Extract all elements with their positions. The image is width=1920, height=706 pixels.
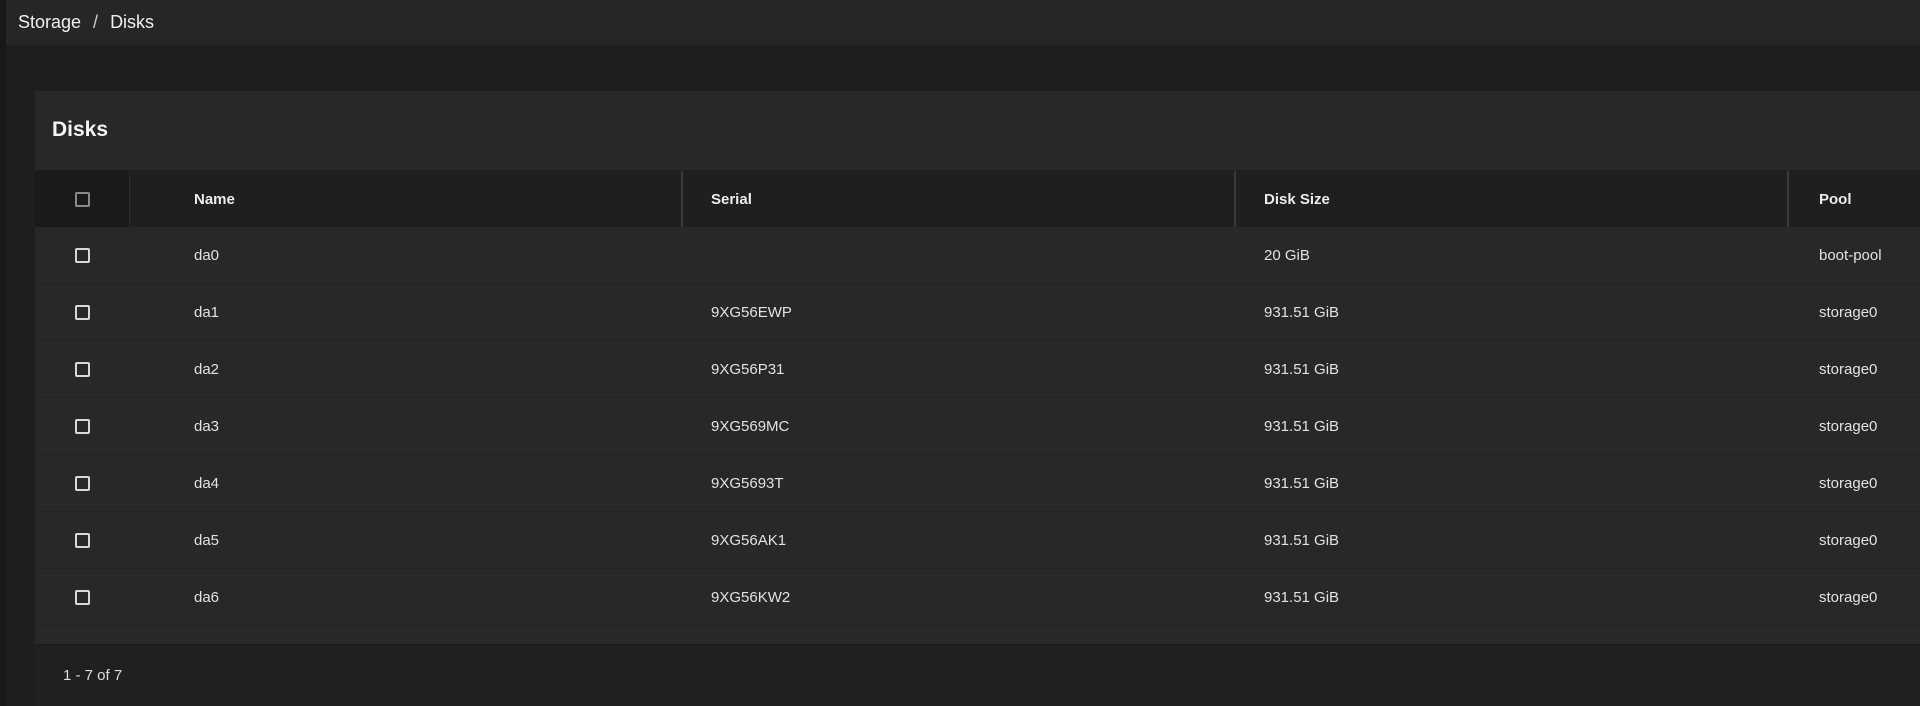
cell-name: da1 <box>194 303 220 321</box>
row-checkbox[interactable] <box>75 532 90 548</box>
cell-disk-size: 931.51 GiB <box>1264 474 1340 492</box>
column-header-name[interactable]: Name <box>130 171 683 227</box>
cell-pool: boot-pool <box>1819 246 1882 264</box>
row-select-cell <box>35 455 130 511</box>
row-checkbox[interactable] <box>75 589 90 605</box>
row-checkbox[interactable] <box>75 304 90 320</box>
cell-pool: storage0 <box>1819 303 1878 321</box>
row-select-cell <box>35 284 130 340</box>
cell-pool: storage0 <box>1819 360 1878 378</box>
cell-name: da4 <box>194 474 220 492</box>
disks-table: Name Serial Disk Size Pool da0 20 GiB bo… <box>35 171 1920 626</box>
cell-pool: storage0 <box>1819 588 1878 606</box>
header-select-cell <box>35 171 130 227</box>
cell-name: da0 <box>194 246 220 264</box>
table-row[interactable]: da5 9XG56AK1 931.51 GiB storage0 <box>35 512 1920 569</box>
cell-name: da2 <box>194 360 220 378</box>
column-header-serial[interactable]: Serial <box>683 171 1236 227</box>
row-select-cell <box>35 398 130 454</box>
cell-disk-size: 931.51 GiB <box>1264 417 1340 435</box>
cell-pool: storage0 <box>1819 474 1878 492</box>
table-body: da0 20 GiB boot-pool da1 9XG56EWP 931.51… <box>35 227 1920 626</box>
table-row[interactable]: da0 20 GiB boot-pool <box>35 227 1920 284</box>
row-checkbox[interactable] <box>75 418 90 434</box>
cell-serial <box>683 227 1236 283</box>
table-footer: 1 - 7 of 7 <box>35 644 1920 706</box>
sidebar-edge <box>0 0 6 706</box>
card-header: Disks <box>35 91 1920 171</box>
breadcrumb-current: Disks <box>110 12 155 32</box>
app-root: Storage / Disks Disks Name Serial Disk S… <box>0 0 1920 706</box>
cell-serial: 9XG56EWP <box>711 303 792 321</box>
row-checkbox[interactable] <box>75 247 90 263</box>
disks-card: Disks Name Serial Disk Size Pool da0 20 … <box>35 91 1920 706</box>
table-row[interactable]: da6 9XG56KW2 931.51 GiB storage0 <box>35 569 1920 626</box>
row-select-cell <box>35 569 130 625</box>
row-select-cell <box>35 227 130 283</box>
cell-serial: 9XG56P31 <box>711 360 785 378</box>
table-row[interactable]: da3 9XG569MC 931.51 GiB storage0 <box>35 398 1920 455</box>
table-header: Name Serial Disk Size Pool <box>35 171 1920 227</box>
page-title: Disks <box>52 118 109 141</box>
cell-name: da5 <box>194 531 220 549</box>
table-row[interactable]: da2 9XG56P31 931.51 GiB storage0 <box>35 341 1920 398</box>
row-checkbox[interactable] <box>75 361 90 377</box>
cell-serial: 9XG56KW2 <box>711 588 791 606</box>
row-select-cell <box>35 341 130 397</box>
table-row[interactable]: da4 9XG5693T 931.51 GiB storage0 <box>35 455 1920 512</box>
cell-serial: 9XG569MC <box>711 417 790 435</box>
top-bar: Storage / Disks <box>6 0 1920 45</box>
pagination-range: 1 - 7 of 7 <box>63 667 123 684</box>
cell-disk-size: 931.51 GiB <box>1264 303 1340 321</box>
breadcrumb-storage-link[interactable]: Storage <box>18 12 81 33</box>
row-checkbox[interactable] <box>75 475 90 491</box>
cell-disk-size: 931.51 GiB <box>1264 531 1340 549</box>
column-header-disk-size[interactable]: Disk Size <box>1236 171 1789 227</box>
select-all-checkbox[interactable] <box>74 191 90 207</box>
row-select-cell <box>35 512 130 568</box>
cell-disk-size: 20 GiB <box>1264 246 1310 264</box>
breadcrumb: Storage / Disks <box>18 12 154 33</box>
cell-serial: 9XG56AK1 <box>711 531 787 549</box>
cell-pool: storage0 <box>1819 417 1878 435</box>
table-row[interactable]: da1 9XG56EWP 931.51 GiB storage0 <box>35 284 1920 341</box>
cell-serial: 9XG5693T <box>711 474 784 492</box>
breadcrumb-separator: / <box>93 12 99 32</box>
cell-name: da3 <box>194 417 220 435</box>
cell-pool: storage0 <box>1819 531 1878 549</box>
cell-disk-size: 931.51 GiB <box>1264 360 1340 378</box>
column-header-pool[interactable]: Pool <box>1789 171 1920 227</box>
cell-name: da6 <box>194 588 220 606</box>
cell-disk-size: 931.51 GiB <box>1264 588 1340 606</box>
